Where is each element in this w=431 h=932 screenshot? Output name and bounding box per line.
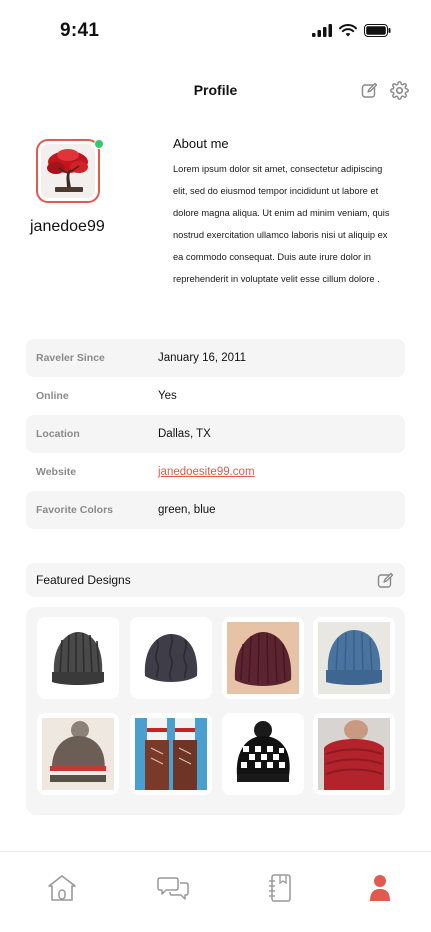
edit-icon xyxy=(377,572,393,588)
info-row-online: Online Yes xyxy=(26,377,405,415)
edit-profile-button[interactable] xyxy=(359,80,379,100)
notebook-icon xyxy=(269,874,291,902)
design-thumbnail[interactable] xyxy=(37,617,119,699)
design-thumbnail[interactable] xyxy=(130,617,212,699)
edit-featured-button[interactable] xyxy=(375,570,395,590)
featured-designs-title: Featured Designs xyxy=(36,573,131,587)
username: janedoe99 xyxy=(30,218,105,235)
info-row-raveler-since: Raveler Since January 16, 2011 xyxy=(26,339,405,377)
bottom-nav xyxy=(0,851,431,932)
design-thumbnail[interactable] xyxy=(37,713,119,795)
avatar-image xyxy=(41,144,95,198)
avatar[interactable] xyxy=(36,139,104,203)
wifi-icon xyxy=(339,24,357,37)
settings-button[interactable] xyxy=(389,80,409,100)
about-title: About me xyxy=(173,136,229,151)
hat-icon xyxy=(135,622,207,694)
info-row-favorite-colors: Favorite Colors green, blue xyxy=(26,491,405,529)
cowl-icon xyxy=(318,718,390,790)
status-icons xyxy=(312,24,391,37)
chat-icon xyxy=(157,877,189,900)
info-label: Location xyxy=(36,428,80,440)
design-thumbnail[interactable] xyxy=(222,713,304,795)
nav-messages[interactable] xyxy=(155,870,191,906)
status-time: 9:41 xyxy=(60,20,100,41)
info-row-location: Location Dallas, TX xyxy=(26,415,405,453)
battery-icon xyxy=(364,24,391,37)
user-icon xyxy=(370,875,390,901)
avatar-frame xyxy=(36,139,100,203)
online-status-indicator xyxy=(94,139,104,149)
nav-profile[interactable] xyxy=(362,870,398,906)
website-link[interactable]: janedoesite99.com xyxy=(158,466,255,478)
header: Profile xyxy=(0,78,431,106)
info-value: green, blue xyxy=(158,504,216,516)
info-value: Yes xyxy=(158,390,177,402)
bonsai-tree-icon xyxy=(41,144,95,198)
profile-info-table: Raveler Since January 16, 2011 Online Ye… xyxy=(26,339,405,529)
info-label: Favorite Colors xyxy=(36,504,114,516)
design-thumbnail[interactable] xyxy=(313,617,395,699)
hat-icon xyxy=(227,622,299,694)
home-icon xyxy=(48,875,76,901)
design-thumbnail[interactable] xyxy=(130,713,212,795)
info-label: Website xyxy=(36,466,77,478)
design-thumbnail[interactable] xyxy=(222,617,304,699)
sock-icon xyxy=(135,718,207,790)
featured-designs-header: Featured Designs xyxy=(26,563,405,597)
nav-notebook[interactable] xyxy=(262,870,298,906)
status-bar: 9:41 xyxy=(0,0,431,60)
header-actions xyxy=(359,80,409,100)
nav-home[interactable] xyxy=(44,870,80,906)
hat-icon xyxy=(42,622,114,694)
info-label: Raveler Since xyxy=(36,352,105,364)
hat-icon xyxy=(42,718,114,790)
edit-icon xyxy=(361,82,377,98)
info-row-website: Website janedoesite99.com xyxy=(26,453,405,491)
about-text: Lorem ipsum dolor sit amet, consectetur … xyxy=(173,164,390,284)
info-value: January 16, 2011 xyxy=(158,352,247,364)
info-value: Dallas, TX xyxy=(158,428,211,440)
gear-icon xyxy=(389,80,409,100)
featured-designs-grid xyxy=(26,607,405,815)
hat-icon xyxy=(227,718,299,790)
info-label: Online xyxy=(36,390,69,402)
hat-icon xyxy=(318,622,390,694)
cellular-signal-icon xyxy=(312,24,332,37)
design-thumbnail[interactable] xyxy=(313,713,395,795)
